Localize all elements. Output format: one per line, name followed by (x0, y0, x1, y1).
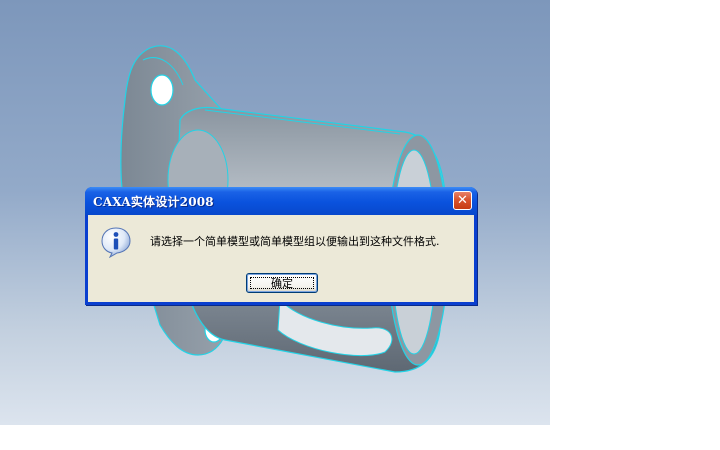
info-icon (101, 227, 131, 258)
message-dialog: CAXA实体设计2008 ✕ 请选择一个简单模型或简单模型组以便输出到这种文件格… (85, 187, 477, 305)
dialog-title-bar[interactable]: CAXA实体设计2008 ✕ (85, 187, 477, 215)
ok-button[interactable]: 确定 (246, 273, 318, 293)
dialog-title: CAXA实体设计2008 (93, 195, 214, 209)
focus-rect (250, 277, 314, 289)
close-icon: ✕ (457, 193, 468, 208)
dialog-body: 请选择一个简单模型或简单模型组以便输出到这种文件格式. 确定 (88, 215, 474, 302)
dialog-message: 请选择一个简单模型或简单模型组以便输出到这种文件格式. (150, 235, 440, 248)
close-button[interactable]: ✕ (453, 191, 472, 210)
